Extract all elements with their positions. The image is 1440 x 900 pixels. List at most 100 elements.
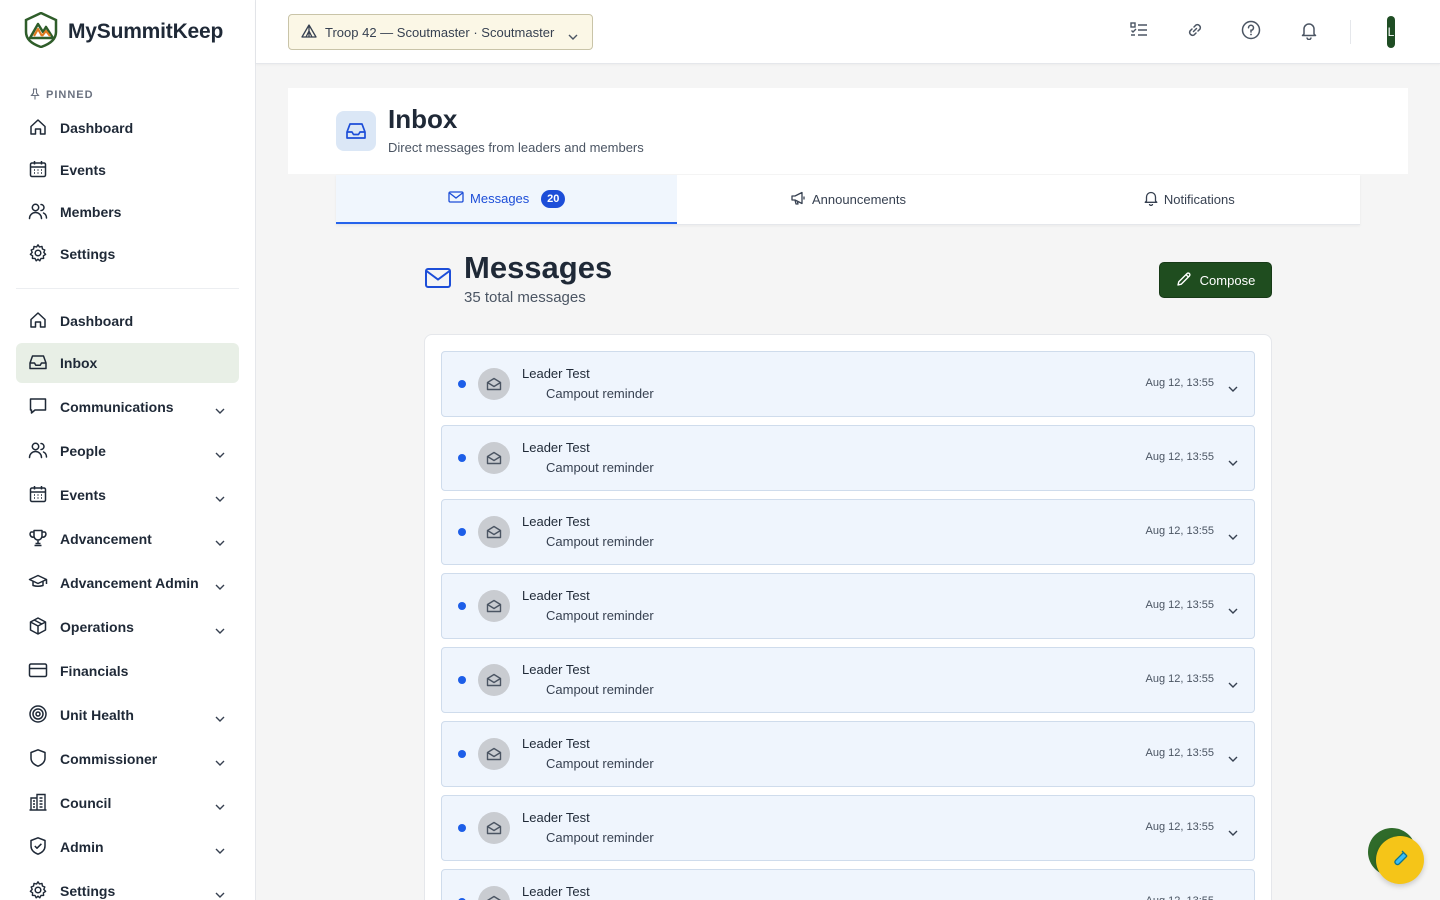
message-row[interactable]: Leader Test Campout reminder Aug 12, 13:55 [441,425,1255,491]
envelope-open-icon [478,368,510,400]
pin-icon [30,87,40,103]
message-timestamp: Aug 12, 13:55 [1145,451,1214,463]
sidebar-item-label: Events [60,487,106,503]
sidebar-item-commissioner[interactable]: Commissioner [16,739,239,779]
envelope-open-icon [478,812,510,844]
user-avatar[interactable]: L [1387,16,1395,48]
sidebar-item-unit-health[interactable]: Unit Health [16,695,239,735]
message-timestamp: Aug 12, 13:55 [1145,599,1214,611]
message-row[interactable]: Leader Test Campout reminder Aug 12, 13:55 [441,499,1255,565]
sidebar-item-people[interactable]: People [16,431,239,471]
chevron-down-icon[interactable] [1228,527,1238,545]
sidebar-item-dashboard[interactable]: Dashboard [16,108,239,148]
bell-icon[interactable] [1299,20,1319,45]
chevron-down-icon[interactable] [1228,675,1238,693]
gear-icon [28,243,48,266]
chevron-down-icon [215,401,225,417]
sidebar-item-inbox[interactable]: Inbox [16,343,239,383]
sidebar-item-members[interactable]: Members [16,192,239,232]
message-row[interactable]: Leader Test Aug 12, 13:55 [441,869,1255,900]
chevron-down-icon[interactable] [1228,749,1238,767]
sidebar-item-events[interactable]: Events [16,150,239,190]
chevron-down-icon [215,753,225,769]
tools-fab[interactable] [1376,836,1424,884]
envelope-open-icon [478,664,510,696]
message-sender: Leader Test [522,884,590,899]
message-subject: Campout reminder [546,682,654,697]
sidebar-item-label: Events [60,162,106,178]
inbox-icon [28,352,48,375]
messages-count: 35 total messages [464,289,586,306]
message-subject: Campout reminder [546,830,654,845]
calendar-icon [28,159,48,182]
chevron-down-icon[interactable] [1228,379,1238,397]
message-list: Leader Test Campout reminder Aug 12, 13:55… [424,334,1272,900]
pencil-icon [1176,271,1192,290]
unit-selector[interactable]: Troop 42 — Scoutmaster · Scoutmaster [288,14,593,50]
shield-check-icon [28,836,48,859]
sidebar-item-advancement[interactable]: Advancement [16,519,239,559]
pinned-list: Dashboard Events Members Settings [0,108,255,274]
tent-icon [301,23,317,41]
compose-button[interactable]: Compose [1159,262,1272,298]
pinned-section-label: PINNED [0,64,255,106]
users-icon [28,440,48,463]
message-row[interactable]: Leader Test Campout reminder Aug 12, 13:55 [441,573,1255,639]
checklist-icon[interactable] [1129,20,1149,45]
message-timestamp: Aug 12, 13:55 [1145,525,1214,537]
sidebar-item-dashboard[interactable]: Dashboard [16,301,239,341]
message-row[interactable]: Leader Test Campout reminder Aug 12, 13:55 [441,721,1255,787]
chevron-down-icon[interactable] [1228,601,1238,619]
message-subject: Campout reminder [546,534,654,549]
nav-list: Dashboard Inbox Communications People Events… [0,301,255,900]
message-timestamp: Aug 12, 13:55 [1145,747,1214,759]
envelope-open-icon [478,516,510,548]
sidebar-item-council[interactable]: Council [16,783,239,823]
chevron-down-icon[interactable] [1228,453,1238,471]
brand[interactable]: MySummitKeep [0,0,255,64]
building-icon [28,792,48,815]
gear-icon [28,880,48,900]
sidebar-item-settings[interactable]: Settings [16,234,239,274]
message-timestamp: Aug 12, 13:55 [1145,895,1214,900]
compose-label: Compose [1199,272,1256,288]
calendar-icon [28,484,48,507]
page-header: Inbox Direct messages from leaders and m… [288,88,1408,174]
link-icon[interactable] [1185,20,1205,45]
chevron-down-icon [568,28,578,43]
chevron-down-icon [215,621,225,637]
chevron-down-icon [215,709,225,725]
chevron-down-icon [215,533,225,549]
sidebar-item-communications[interactable]: Communications [16,387,239,427]
help-icon[interactable] [1241,20,1261,45]
messages-title: Messages [464,250,613,285]
tab-messages[interactable]: Messages 20 [336,175,678,224]
message-row[interactable]: Leader Test Campout reminder Aug 12, 13:55 [441,795,1255,861]
sidebar-item-label: Financials [60,663,129,679]
sidebar-item-admin[interactable]: Admin [16,827,239,867]
megaphone-icon [790,191,806,208]
brand-name: MySummitKeep [68,20,224,43]
unit-selector-label: Troop 42 — Scoutmaster · Scoutmaster [325,24,555,40]
unread-dot [458,454,466,462]
inbox-tabs: Messages 20 Announcements Notifications [336,175,1360,225]
message-sender: Leader Test [522,514,590,529]
message-row[interactable]: Leader Test Campout reminder Aug 12, 13:55 [441,351,1255,417]
sidebar-item-operations[interactable]: Operations [16,607,239,647]
sidebar-item-label: Inbox [60,355,98,371]
sidebar-item-label: People [60,443,106,459]
tab-announcements[interactable]: Announcements [677,175,1018,224]
unread-dot [458,380,466,388]
sidebar-item-settings[interactable]: Settings [16,871,239,900]
chevron-down-icon[interactable] [1228,823,1238,841]
message-row[interactable]: Leader Test Campout reminder Aug 12, 13:55 [441,647,1255,713]
tab-label: Notifications [1163,192,1235,207]
sidebar-item-events[interactable]: Events [16,475,239,515]
inbox-icon [336,111,376,151]
sidebar-item-financials[interactable]: Financials [16,651,239,691]
tab-notifications[interactable]: Notifications [1019,175,1360,224]
sidebar-item-advancement-admin[interactable]: Advancement Admin [16,563,239,603]
logo-icon [24,11,58,53]
envelope-open-icon [478,738,510,770]
message-subject: Campout reminder [546,460,654,475]
